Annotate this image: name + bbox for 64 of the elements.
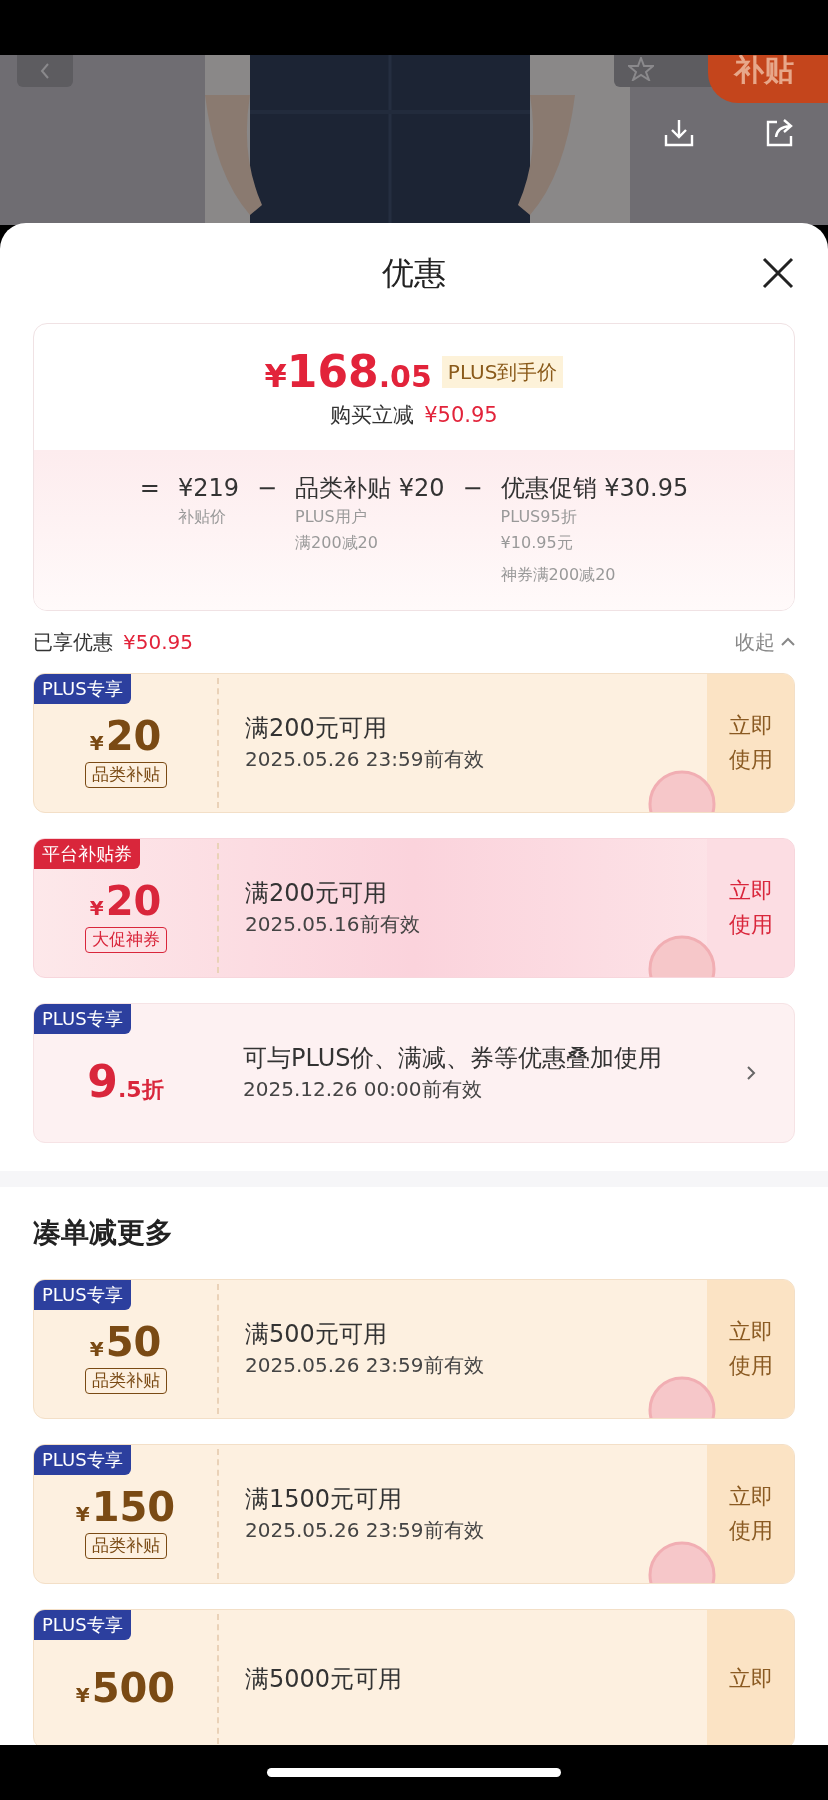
close-icon[interactable]: [762, 257, 794, 289]
coupon-tag: 平台补贴券: [34, 838, 140, 869]
back-icon: [38, 61, 52, 81]
use-now-button[interactable]: 立即 使用: [707, 673, 794, 812]
term-note: 补贴价: [177, 505, 227, 528]
coupon-card[interactable]: 平台补贴券 ¥20 大促神券 满200元可用 2025.05.16前有效 立即 使用: [33, 837, 795, 978]
coupon-tag: PLUS专享: [34, 1279, 131, 1310]
saving-label: 购买立减: [330, 402, 415, 429]
coupon-label: 品类补贴: [84, 761, 167, 788]
coupon-amount: ¥20: [89, 715, 162, 756]
enjoyed-label: 已享优惠: [33, 628, 113, 656]
coupon-condition: 满200元可用: [245, 878, 388, 908]
operator: −: [256, 472, 278, 504]
plus-price-tag: PLUS到手价: [441, 356, 564, 388]
coupon-validity: 2025.05.16前有效: [245, 912, 421, 937]
coupon-card[interactable]: PLUS专享 9.5折 可与PLUS价、满减、券等优惠叠加使用 2025.12.26 00:00前有效: [33, 1002, 795, 1143]
term-note: 满200减20: [295, 531, 379, 554]
coupon-amount: ¥150: [75, 1486, 176, 1527]
use-now-button[interactable]: 立即 使用: [707, 1279, 794, 1418]
coupon-validity: 2025.12.26 00:00前有效: [243, 1077, 483, 1102]
coupon-tag: PLUS专享: [34, 1609, 131, 1640]
coupon-tag: PLUS专享: [34, 1444, 131, 1475]
download-icon[interactable]: [663, 117, 695, 149]
operator: =: [139, 472, 160, 504]
coupon-card[interactable]: PLUS专享 ¥50 品类补贴 满500元可用 2025.05.26 23:59前有效 立即 使用: [33, 1278, 795, 1419]
section-title: 凑单减更多: [33, 1214, 173, 1251]
coupon-amount: ¥50: [89, 1321, 162, 1362]
sheet-title: 优惠: [382, 253, 446, 294]
operator: −: [462, 472, 483, 504]
coupon-validity: 2025.05.26 23:59前有效: [245, 747, 485, 772]
use-now-button[interactable]: 立即 使用: [707, 838, 794, 977]
coupon-validity: 2025.05.26 23:59前有效: [245, 1518, 485, 1543]
coupon-amount: ¥20: [89, 880, 162, 921]
coupon-condition: 满1500元可用: [245, 1484, 404, 1514]
coupon-card[interactable]: PLUS专享 ¥500 满5000元可用 立即: [33, 1608, 795, 1745]
coupon-tag: PLUS专享: [34, 673, 131, 704]
chevron-right-icon: [745, 1064, 756, 1081]
coupon-validity: 2025.05.26 23:59前有效: [245, 1353, 485, 1378]
coupon-condition: 满500元可用: [245, 1319, 388, 1349]
coupon-tag: PLUS专享: [34, 1003, 131, 1034]
enjoyed-value: ¥50.95: [123, 628, 193, 656]
coupon-amount: ¥500: [75, 1667, 176, 1708]
coupon-condition: 可与PLUS价、满减、券等优惠叠加使用: [243, 1043, 664, 1073]
coupon-label: 品类补贴: [84, 1532, 167, 1559]
coupon-card[interactable]: PLUS专享 ¥20 品类补贴 满200元可用 2025.05.26 23:59前有效 立即 使用: [33, 672, 795, 813]
term-note: PLUS95折: [500, 505, 578, 528]
use-now-button[interactable]: 立即: [707, 1609, 794, 1745]
term-value: 优惠促销 ¥30.95: [500, 472, 689, 504]
term-note: ¥10.95元: [500, 531, 574, 554]
discount-value: 9.5折: [87, 1059, 164, 1104]
coupon-label: 大促神券: [84, 926, 167, 953]
saving-value: ¥50.95: [424, 402, 498, 429]
term-value: ¥219: [177, 472, 239, 504]
term-note: PLUS用户: [295, 505, 368, 528]
use-now-button[interactable]: 立即 使用: [707, 1444, 794, 1583]
final-price: ¥168.05: [264, 350, 432, 394]
term-value: 品类补贴 ¥20: [295, 472, 445, 504]
coupon-label: 品类补贴: [84, 1367, 167, 1394]
coupon-card[interactable]: PLUS专享 ¥150 品类补贴 满1500元可用 2025.05.26 23:59前有效 立即 使用: [33, 1443, 795, 1584]
coupon-condition: 满200元可用: [245, 713, 388, 743]
term-note: 神券满200减20: [500, 563, 617, 586]
collapse-button[interactable]: 收起: [735, 626, 795, 657]
star-icon[interactable]: [628, 57, 654, 81]
coupon-condition: 满5000元可用: [245, 1663, 404, 1694]
